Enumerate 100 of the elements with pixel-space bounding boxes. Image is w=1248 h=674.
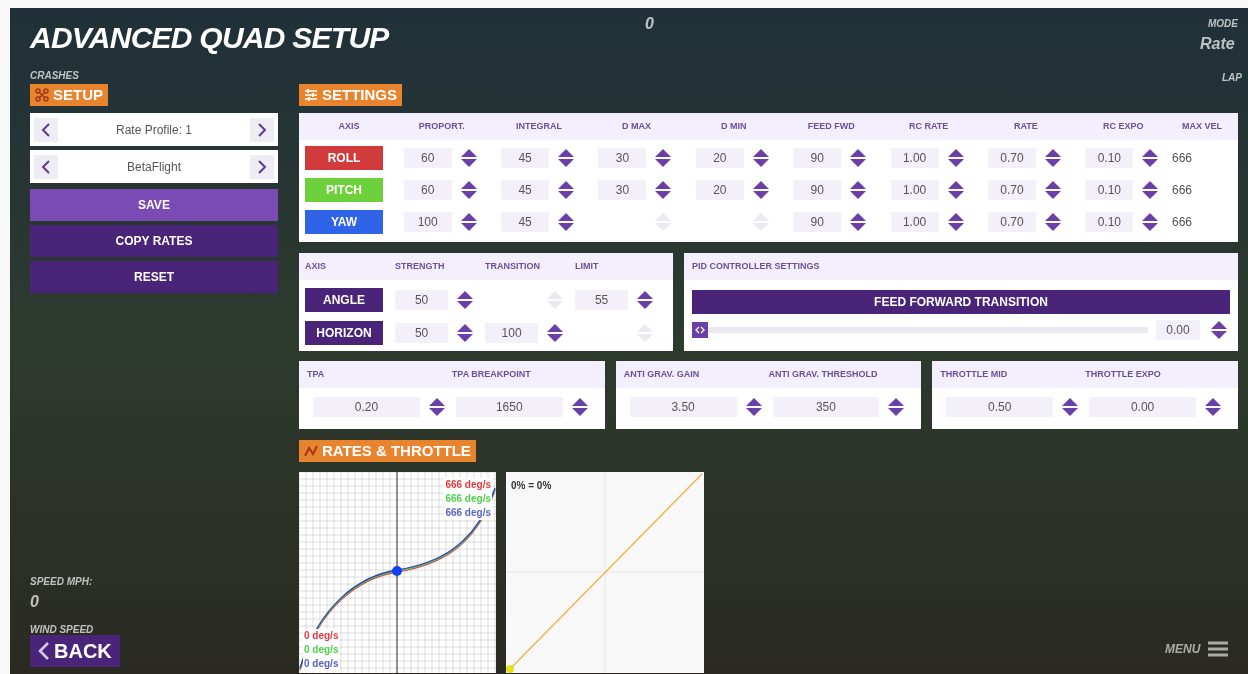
value-field[interactable]: 0.20 — [313, 397, 420, 417]
action-button[interactable]: RESET — [30, 261, 278, 293]
stepper-arrows-icon[interactable] — [455, 322, 474, 343]
value-field[interactable]: 55 — [575, 289, 629, 310]
value-field[interactable]: 1.00 — [890, 148, 939, 168]
value-field[interactable]: 0.10 — [1085, 148, 1134, 168]
stepper-arrows-icon[interactable] — [751, 180, 770, 200]
value-field[interactable]: 100 — [485, 322, 539, 343]
chevron-left-icon — [41, 159, 51, 174]
stepper-arrows-icon[interactable] — [946, 212, 965, 232]
column-header: RC RATE — [907, 119, 950, 133]
stepper-arrows-icon[interactable] — [557, 212, 576, 232]
value-field[interactable]: 0.00 — [1089, 397, 1196, 417]
value-field[interactable]: 30 — [598, 180, 647, 200]
stepper-arrows-icon[interactable] — [427, 397, 446, 417]
value-field[interactable]: 60 — [403, 180, 452, 200]
value-field[interactable]: 20 — [695, 180, 744, 200]
stepper-arrows-icon[interactable] — [557, 180, 576, 200]
next-button[interactable] — [250, 154, 274, 179]
stepper-arrows-icon[interactable] — [751, 148, 770, 168]
column-header: D MAX — [620, 119, 652, 133]
max-velocity-value: 666 — [1172, 182, 1194, 199]
stepper-arrows-icon[interactable] — [459, 148, 478, 168]
selector-value: Rate Profile: 1 — [115, 121, 192, 139]
value-field[interactable]: 90 — [793, 148, 842, 168]
menu-label[interactable]: MENU — [1165, 640, 1201, 658]
value-field[interactable]: 1650 — [455, 397, 563, 417]
hud-text: WIND SPEED — [30, 623, 94, 637]
stepper-arrows-icon[interactable] — [1141, 148, 1160, 168]
previous-button[interactable] — [34, 117, 58, 142]
selector-field[interactable]: BetaFlight — [30, 150, 278, 183]
axis-label: HORIZON — [305, 320, 383, 345]
stepper-arrows-icon[interactable] — [1141, 180, 1160, 200]
field-label: ANTI GRAV. THRESHOLD — [768, 367, 879, 381]
axis-label: ROLL — [305, 146, 383, 170]
slider-thumb[interactable] — [692, 322, 708, 338]
value-field[interactable]: 0.50 — [946, 397, 1054, 417]
column-header: D MIN — [720, 119, 748, 133]
previous-button[interactable] — [34, 154, 58, 179]
stepper-arrows-icon[interactable] — [654, 148, 673, 168]
stepper-arrows-icon[interactable] — [1043, 212, 1062, 232]
value-field[interactable]: 0.10 — [1085, 180, 1134, 200]
value-field[interactable]: 3.50 — [629, 397, 737, 417]
menu-icon[interactable] — [1208, 641, 1229, 657]
action-button[interactable]: SAVE — [30, 189, 278, 221]
stepper-arrows-icon[interactable] — [654, 180, 673, 200]
stepper-arrows-icon[interactable] — [849, 180, 868, 200]
value-field[interactable]: 0.70 — [987, 148, 1036, 168]
feed-forward-transition-button[interactable]: FEED FORWARD TRANSITION — [692, 290, 1230, 314]
next-button[interactable] — [250, 117, 274, 142]
value-field[interactable]: 350 — [772, 397, 880, 417]
stepper-arrows-icon[interactable] — [570, 397, 589, 417]
stepper-arrows-icon[interactable] — [545, 322, 564, 343]
hud-text: 0 — [645, 14, 654, 34]
field-label: THROTTLE MID — [940, 367, 1009, 381]
value-field[interactable]: 0.00 — [1156, 320, 1200, 340]
value-field[interactable]: 1.00 — [890, 212, 939, 232]
section-icon — [35, 88, 49, 102]
stepper-arrows-icon[interactable] — [946, 148, 965, 168]
back-button[interactable]: BACK — [30, 635, 120, 667]
stepper-arrows-icon[interactable] — [1043, 148, 1062, 168]
value-field[interactable]: 0.10 — [1085, 212, 1134, 232]
stepper-arrows-icon[interactable] — [1043, 180, 1062, 200]
value-field[interactable]: 90 — [793, 212, 842, 232]
stepper-arrows-icon[interactable] — [946, 180, 965, 200]
stepper-arrows-icon[interactable] — [849, 212, 868, 232]
action-button[interactable]: COPY RATES — [30, 225, 278, 257]
value-field[interactable]: 45 — [501, 180, 550, 200]
value-field[interactable]: 50 — [395, 322, 449, 343]
stepper-arrows-icon[interactable] — [849, 148, 868, 168]
stepper-arrows-icon[interactable] — [1061, 397, 1080, 417]
value-field[interactable]: 45 — [501, 212, 550, 232]
value-field[interactable]: 1.00 — [890, 180, 939, 200]
stepper-arrows-icon[interactable] — [1210, 320, 1228, 340]
panel-heading: PID CONTROLLER SETTINGS — [692, 259, 820, 273]
value-field[interactable]: 100 — [403, 212, 452, 232]
max-velocity-value: 666 — [1172, 150, 1194, 167]
field-label: TPA — [307, 367, 326, 381]
stepper-arrows-icon[interactable] — [1141, 212, 1160, 232]
stepper-arrows-icon[interactable] — [459, 212, 478, 232]
stepper-arrows-icon[interactable] — [455, 289, 474, 310]
stepper-arrows-icon[interactable] — [1204, 397, 1222, 417]
value-field[interactable]: 30 — [598, 148, 647, 168]
column-header: STRENGTH — [395, 259, 446, 273]
value-field[interactable]: 50 — [395, 289, 449, 310]
value-field[interactable]: 0.70 — [987, 212, 1036, 232]
selector-field[interactable]: Rate Profile: 1 — [30, 113, 278, 146]
value-field[interactable]: 0.70 — [987, 180, 1036, 200]
hud-text: CRASHES — [30, 69, 79, 83]
value-field[interactable]: 45 — [501, 148, 550, 168]
hud-text: MODE — [1208, 17, 1238, 31]
value-field[interactable]: 90 — [793, 180, 842, 200]
stepper-arrows-icon[interactable] — [459, 180, 478, 200]
stepper-arrows-icon[interactable] — [557, 148, 576, 168]
value-field[interactable]: 20 — [695, 148, 744, 168]
value-field[interactable]: 60 — [403, 148, 452, 168]
stepper-arrows-icon[interactable] — [887, 397, 906, 417]
stepper-arrows-icon[interactable] — [635, 289, 654, 310]
stepper-arrows-icon[interactable] — [744, 397, 763, 417]
column-header: TRANSITION — [485, 259, 541, 273]
